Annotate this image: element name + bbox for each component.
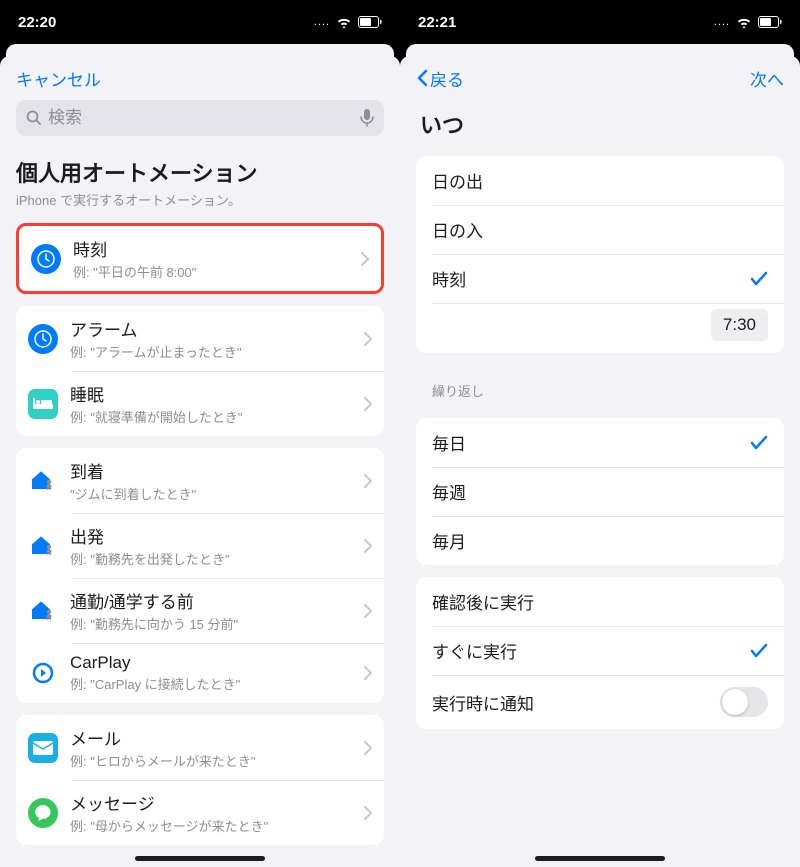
notify-row: 実行時に通知 xyxy=(416,675,784,729)
nav-bar: 戻る 次へ xyxy=(400,56,800,100)
chevron-right-icon xyxy=(364,741,372,755)
row-title: 睡眠 xyxy=(70,381,364,406)
status-bar: 22:20 .... xyxy=(0,0,400,44)
option-label: 毎日 xyxy=(432,430,466,455)
status-icons: .... xyxy=(714,16,782,28)
chevron-right-icon xyxy=(361,252,369,266)
row-subtitle: 例: "平日の午前 8:00" xyxy=(73,262,361,281)
row-title: CarPlay xyxy=(70,653,364,673)
trigger-row-carplay[interactable]: CarPlay 例: "CarPlay に接続したとき" xyxy=(16,643,384,703)
row-title: アラーム xyxy=(70,316,364,341)
row-subtitle: 例: "就寝準備が開始したとき" xyxy=(70,407,364,426)
repeat-header: 繰り返し xyxy=(400,365,800,406)
chevron-right-icon xyxy=(364,806,372,820)
mic-icon[interactable] xyxy=(360,109,374,127)
wifi-icon xyxy=(736,16,752,28)
trigger-row-arrive[interactable]: 到着 "ジムに到着したとき" xyxy=(16,448,384,513)
option-label: 確認後に実行 xyxy=(432,589,534,614)
battery-icon xyxy=(758,16,782,28)
row-title: 出発 xyxy=(70,523,364,548)
row-title: 到着 xyxy=(70,458,364,483)
notify-label: 実行時に通知 xyxy=(432,690,534,715)
trigger-row-message[interactable]: メッセージ 例: "母からメッセージが来たとき" xyxy=(16,780,384,845)
notify-toggle[interactable] xyxy=(720,687,768,717)
carplay-icon xyxy=(28,658,58,688)
row-subtitle: "ジムに到着したとき" xyxy=(70,484,364,503)
row-subtitle: 例: "勤務先を出発したとき" xyxy=(70,549,364,568)
wifi-icon xyxy=(336,16,352,28)
search-icon xyxy=(26,110,42,126)
when-option-sunrise[interactable]: 日の出 xyxy=(416,156,784,205)
run-option-immediate[interactable]: すぐに実行 xyxy=(416,626,784,675)
chevron-right-icon xyxy=(364,474,372,488)
cancel-button[interactable]: キャンセル xyxy=(16,66,101,91)
row-subtitle: 例: "ヒロからメールが来たとき" xyxy=(70,751,364,770)
row-subtitle: 例: "勤務先に向かう 15 分前" xyxy=(70,614,364,633)
row-subtitle: 例: "アラームが止まったとき" xyxy=(70,342,364,361)
house-person-icon xyxy=(28,596,58,626)
clock-icon xyxy=(31,244,61,274)
repeat-option-daily[interactable]: 毎日 xyxy=(416,418,784,467)
back-button[interactable]: 戻る xyxy=(416,66,464,91)
house-person-icon xyxy=(28,531,58,561)
trigger-row-commute[interactable]: 通勤/通学する前 例: "勤務先に向かう 15 分前" xyxy=(16,578,384,643)
when-option-sunset[interactable]: 日の入 xyxy=(416,205,784,254)
status-icons: .... xyxy=(314,16,382,28)
checkmark-icon xyxy=(750,271,768,287)
status-time: 22:20 xyxy=(18,14,56,31)
status-bar: 22:21 .... xyxy=(400,0,800,44)
repeat-option-weekly[interactable]: 毎週 xyxy=(416,467,784,516)
bed-icon xyxy=(28,389,58,419)
back-label: 戻る xyxy=(430,66,464,91)
option-label: 時刻 xyxy=(432,266,466,291)
chevron-right-icon xyxy=(364,332,372,346)
cellular-icon: .... xyxy=(314,16,330,28)
search-input[interactable] xyxy=(48,108,354,128)
when-option-time[interactable]: 時刻 xyxy=(416,254,784,303)
trigger-row-mail[interactable]: メール 例: "ヒロからメールが来たとき" xyxy=(16,715,384,780)
envelope-icon xyxy=(28,733,58,763)
page-title: いつ xyxy=(400,100,800,144)
row-subtitle: 例: "母からメッセージが来たとき" xyxy=(70,816,364,835)
page-title: 個人用オートメーション xyxy=(16,156,384,188)
row-subtitle: 例: "CarPlay に接続したとき" xyxy=(70,674,364,693)
clock-icon xyxy=(28,324,58,354)
option-label: 日の入 xyxy=(432,217,483,242)
checkmark-icon xyxy=(750,435,768,451)
option-label: 毎月 xyxy=(432,528,466,553)
section-header: 個人用オートメーション iPhone で実行するオートメーション。 xyxy=(0,148,400,211)
battery-icon xyxy=(358,16,382,28)
chevron-right-icon xyxy=(364,539,372,553)
next-button[interactable]: 次へ xyxy=(750,66,784,91)
option-label: 日の出 xyxy=(432,168,483,193)
checkmark-icon xyxy=(750,643,768,659)
chevron-right-icon xyxy=(364,397,372,411)
row-title: メッセージ xyxy=(70,790,364,815)
search-field[interactable] xyxy=(16,100,384,136)
time-picker-chip[interactable]: 7:30 xyxy=(711,309,768,341)
trigger-row-time[interactable]: 時刻 例: "平日の午前 8:00" xyxy=(19,226,381,291)
row-title: 通勤/通学する前 xyxy=(70,588,364,613)
option-label: 毎週 xyxy=(432,479,466,504)
trigger-row-sleep[interactable]: 睡眠 例: "就寝準備が開始したとき" xyxy=(16,371,384,436)
chevron-left-icon xyxy=(416,69,428,87)
house-person-icon xyxy=(28,466,58,496)
home-indicator[interactable] xyxy=(535,856,665,861)
trigger-row-alarm[interactable]: アラーム 例: "アラームが止まったとき" xyxy=(16,306,384,371)
row-title: 時刻 xyxy=(73,236,361,261)
cellular-icon: .... xyxy=(714,16,730,28)
trigger-row-leave[interactable]: 出発 例: "勤務先を出発したとき" xyxy=(16,513,384,578)
run-option-confirm[interactable]: 確認後に実行 xyxy=(416,577,784,626)
home-indicator[interactable] xyxy=(135,856,265,861)
chevron-right-icon xyxy=(364,604,372,618)
nav-bar: キャンセル xyxy=(0,56,400,100)
option-label: すぐに実行 xyxy=(432,638,517,663)
repeat-option-monthly[interactable]: 毎月 xyxy=(416,516,784,565)
row-title: メール xyxy=(70,725,364,750)
status-time: 22:21 xyxy=(418,14,456,31)
page-subtitle: iPhone で実行するオートメーション。 xyxy=(16,190,384,209)
chevron-right-icon xyxy=(364,666,372,680)
bubble-icon xyxy=(28,798,58,828)
